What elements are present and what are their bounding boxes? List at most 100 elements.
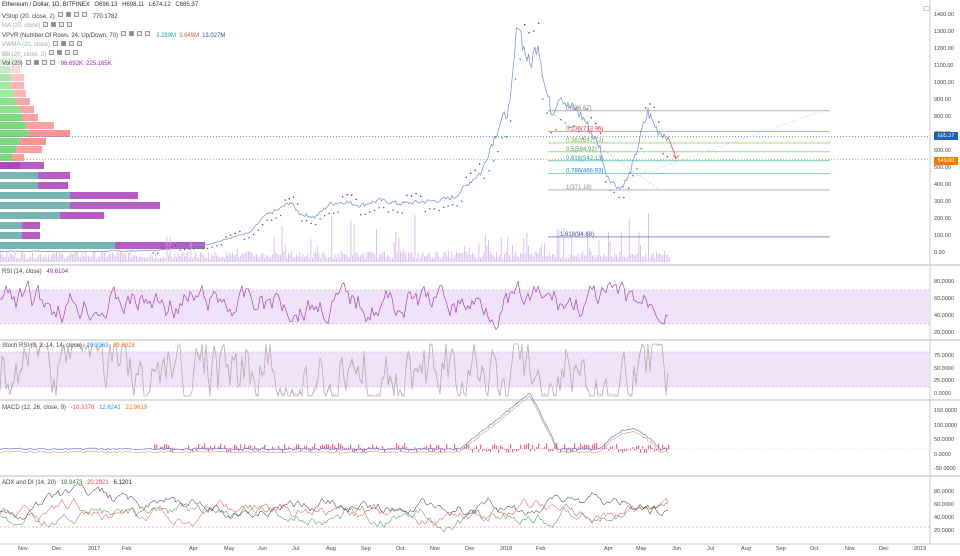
eye-icon[interactable] (25, 59, 31, 65)
volume-bar (217, 256, 219, 262)
volume-bar (214, 251, 216, 262)
volume-profile-down-bar (22, 114, 38, 121)
indicator-name: VPVR (Number Of Rows, 24, Up/Down, 70) (2, 32, 119, 39)
time-axis-label: Oct (810, 546, 819, 552)
indicator-controls[interactable] (43, 21, 75, 30)
volume-bar (92, 251, 94, 262)
vstop-dot (465, 176, 467, 178)
settings-icon[interactable] (65, 12, 71, 17)
settings-icon[interactable] (61, 40, 67, 46)
volume-bar (104, 252, 105, 262)
volume-bar (8, 257, 9, 262)
vstop-dot (636, 168, 638, 170)
eye-icon[interactable] (57, 12, 63, 17)
indicator-legend-row[interactable]: BB (20, close, 2) (2, 50, 84, 59)
volume-bar (352, 255, 353, 262)
volume-bar (462, 252, 464, 262)
volume-bar (168, 255, 169, 262)
volume-bar (430, 258, 432, 262)
trading-chart[interactable]: 0(836.67) 0.236(713.96) 0.382(647.72) 0.5(5… (0, 0, 960, 556)
volume-bar (603, 253, 605, 262)
volume-profile-down-bar (20, 138, 46, 145)
macd-histogram-bar (548, 449, 550, 452)
macd-histogram-bar (236, 445, 238, 449)
volume-bar (395, 231, 397, 262)
volume-bar (640, 245, 641, 262)
macd-histogram-bar (528, 443, 530, 449)
adx-minus-value: 20.2921 (87, 480, 109, 486)
vstop-dot (197, 247, 199, 249)
eye-icon[interactable] (121, 31, 127, 36)
close-icon[interactable] (41, 59, 47, 65)
indicator-legend-row[interactable]: Vol (20) 96.692K 225.165K (2, 59, 115, 69)
volume-bar (224, 259, 225, 262)
settings-icon[interactable] (33, 59, 39, 65)
indicator-legend-row[interactable]: VStop (20, close, 2) 770.1782 (2, 12, 121, 21)
eye-icon[interactable] (43, 21, 49, 27)
vstop-dot (387, 211, 389, 213)
vstop-dot (415, 193, 417, 195)
indicator-controls[interactable] (53, 40, 85, 49)
volume-bar (337, 253, 339, 262)
macd-histogram-bar (568, 447, 570, 449)
settings-icon[interactable] (57, 50, 63, 55)
vstop-dot (420, 195, 422, 197)
volume-bar (57, 256, 59, 262)
volume-bar (276, 254, 278, 262)
volume-bar (315, 251, 317, 262)
volume-bar (355, 252, 357, 262)
settings-icon[interactable] (51, 21, 57, 27)
macd-histogram-bar (636, 446, 638, 449)
volume-bar (427, 254, 429, 262)
indicator-value: 3.649M (179, 32, 200, 39)
macd-histogram-bar (478, 449, 480, 453)
pane-minimize-icon[interactable] (923, 6, 930, 11)
more-icon[interactable] (77, 40, 83, 46)
indicator-controls[interactable] (121, 31, 153, 39)
indicator-name: VStop (20, close, 2) (2, 13, 55, 20)
volume-bar (326, 258, 328, 262)
indicator-legend-row[interactable]: MA (20, close) (2, 21, 78, 31)
indicator-legend-row[interactable]: VPVR (Number Of Rows, 24, Up/Down, 70) 3.… (2, 31, 228, 40)
volume-profile-down-bar (16, 98, 30, 105)
volume-bar (448, 251, 449, 262)
more-icon[interactable] (73, 50, 79, 55)
volume-bar (604, 257, 606, 262)
macd-histogram-bar (370, 449, 372, 450)
volume-profile-up-bar (0, 172, 38, 179)
macd-histogram-bar (414, 447, 416, 449)
eye-icon[interactable] (53, 40, 59, 46)
volume-profile-down-bar (20, 162, 44, 169)
close-icon[interactable] (73, 12, 79, 17)
volume-bar (664, 251, 665, 262)
close-icon[interactable] (65, 50, 71, 55)
vstop-dot (248, 237, 250, 239)
vstop-dot (262, 224, 264, 226)
volume-bar (259, 256, 261, 262)
indicator-legend-row[interactable]: VWMA (20, close) (2, 40, 88, 50)
eye-icon[interactable] (49, 50, 55, 55)
volume-bar (163, 256, 165, 262)
volume-bar (140, 257, 142, 262)
volume-bar (83, 256, 85, 262)
more-icon[interactable] (49, 59, 55, 65)
indicator-controls[interactable] (57, 12, 90, 20)
settings-icon[interactable] (129, 31, 135, 36)
indicator-controls[interactable] (49, 50, 81, 58)
close-icon[interactable] (59, 21, 65, 27)
macd-histogram-bar (278, 445, 280, 449)
volume-bar (65, 258, 67, 262)
close-icon[interactable] (137, 31, 143, 36)
volume-bar (91, 256, 93, 262)
volume-bar (134, 255, 136, 262)
more-icon[interactable] (81, 12, 87, 17)
chart-canvas[interactable]: 0(836.67)0.236(713.96)0.382(647.72)0.5(5… (0, 0, 960, 556)
more-icon[interactable] (67, 21, 73, 27)
vstop-dot (257, 229, 259, 231)
volume-bar (177, 253, 179, 262)
indicator-controls[interactable] (25, 59, 58, 68)
volume-bar (632, 254, 633, 262)
volume-bar (347, 256, 349, 262)
more-icon[interactable] (145, 31, 151, 36)
close-icon[interactable] (69, 40, 75, 46)
